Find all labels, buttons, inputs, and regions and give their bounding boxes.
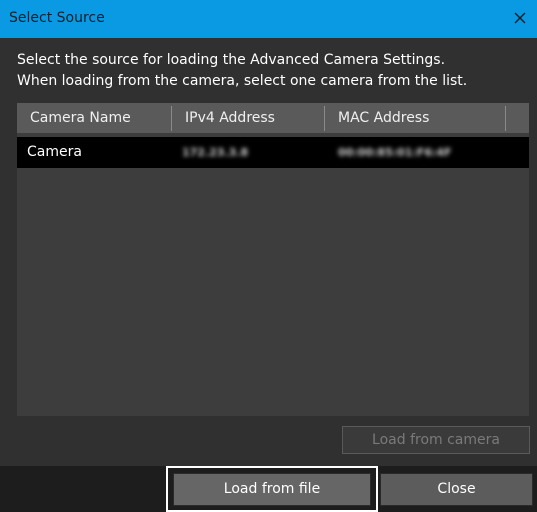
cell-camera-name: Camera [27,144,82,160]
column-header-mac-address[interactable]: MAC Address [338,103,429,133]
close-icon[interactable] [511,9,529,27]
column-header-camera-name[interactable]: Camera Name [30,103,131,133]
table-row[interactable]: Camera 172.23.3.8 00:00:85:01:F6:4F [17,137,529,168]
instruction-line-2: When loading from the camera, select one… [17,73,468,89]
instructions: Select the source for loading the Advanc… [17,50,527,92]
column-divider[interactable] [171,106,172,131]
cell-ipv4-address: 172.23.3.8 [182,146,249,159]
instruction-line-1: Select the source for loading the Advanc… [17,52,446,68]
cell-mac-address: 00:00:85:01:F6:4F [338,146,452,159]
column-header-ipv4-address[interactable]: IPv4 Address [185,103,275,133]
load-from-file-button[interactable]: Load from file [173,473,371,506]
list-header: Camera Name IPv4 Address MAC Address [17,103,529,133]
title-bar[interactable]: Select Source [0,0,537,38]
close-button[interactable]: Close [380,473,533,506]
column-divider[interactable] [324,106,325,131]
window-title: Select Source [9,10,105,26]
load-from-camera-button[interactable]: Load from camera [342,426,530,454]
camera-list[interactable]: Camera Name IPv4 Address MAC Address Cam… [17,103,529,416]
column-divider[interactable] [505,106,506,131]
